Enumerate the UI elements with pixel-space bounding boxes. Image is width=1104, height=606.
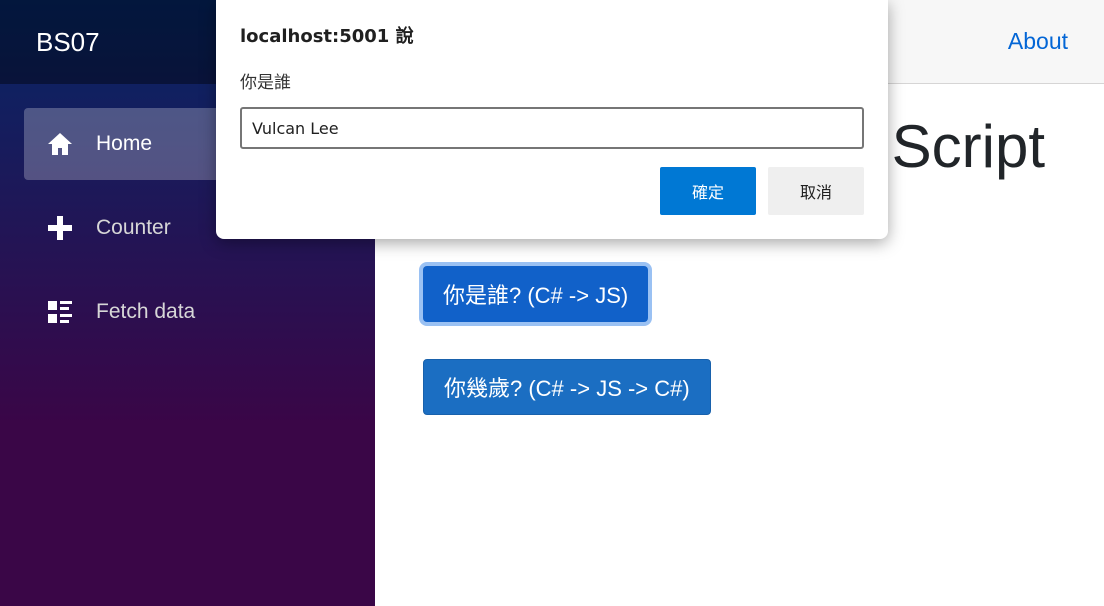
brand-title[interactable]: BS07 xyxy=(36,27,100,58)
list-rich-icon xyxy=(46,298,74,326)
about-link[interactable]: About xyxy=(1008,28,1068,55)
sidebar-item-fetch-data[interactable]: Fetch data xyxy=(24,276,351,348)
who-are-you-button[interactable]: 你是誰? (C# -> JS) xyxy=(423,266,649,322)
ok-button[interactable]: 確定 xyxy=(660,167,756,215)
how-old-button[interactable]: 你幾歲? (C# -> JS -> C#) xyxy=(423,359,711,415)
dialog-message: 你是誰 xyxy=(240,73,291,93)
sidebar-item-label: Home xyxy=(96,132,153,155)
prompt-dialog: localhost:5001 說 你是誰 Vulcan Lee 確定 取消 xyxy=(216,0,888,239)
cancel-button[interactable]: 取消 xyxy=(768,167,864,215)
prompt-input[interactable]: Vulcan Lee xyxy=(240,107,864,149)
home-icon xyxy=(46,130,74,158)
plus-icon xyxy=(46,214,74,242)
sidebar-item-label: Fetch data xyxy=(96,300,196,323)
dialog-origin-title: localhost:5001 說 xyxy=(240,26,414,47)
dialog-actions: 確定 取消 xyxy=(660,167,864,215)
sidebar-item-label: Counter xyxy=(96,216,171,239)
